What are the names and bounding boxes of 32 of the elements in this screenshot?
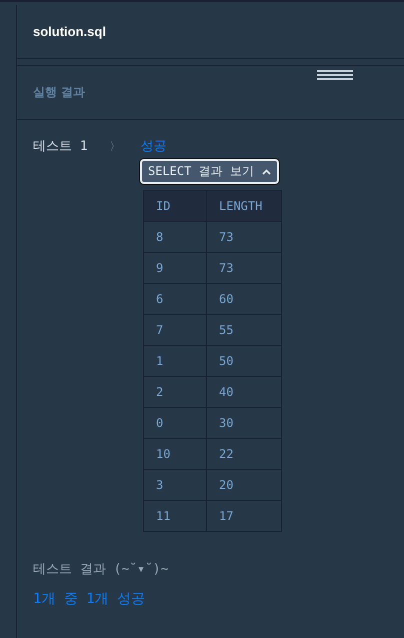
table-cell: 50 bbox=[206, 346, 282, 376]
table-cell: 20 bbox=[206, 470, 282, 500]
summary-title: 테스트 결과 (~˘▾˘)~ bbox=[33, 561, 170, 578]
table-cell: 9 bbox=[144, 252, 206, 284]
table-cell: 73 bbox=[206, 252, 282, 284]
table-cell: 7 bbox=[144, 314, 206, 346]
select-result-toggle[interactable]: SELECT 결과 보기 bbox=[140, 159, 279, 184]
test-status: 성공 bbox=[140, 138, 167, 155]
table-cell: 0 bbox=[144, 408, 206, 438]
table-cell: 2 bbox=[144, 376, 206, 408]
table-cell: 8 bbox=[144, 222, 206, 252]
test-label: 테스트 1 bbox=[33, 138, 88, 155]
caret-icon bbox=[262, 168, 271, 174]
column-header: LENGTH bbox=[206, 190, 282, 222]
table-cell: 40 bbox=[206, 376, 282, 408]
table-cell: 10 bbox=[144, 438, 206, 470]
table-cell: 60 bbox=[206, 284, 282, 314]
table-cell: 22 bbox=[206, 438, 282, 470]
table-cell: 55 bbox=[206, 314, 282, 346]
drag-handle-icon[interactable] bbox=[317, 70, 353, 80]
panel-title: 실행 결과 bbox=[33, 84, 86, 101]
chevron-icon: 〉 bbox=[110, 138, 121, 154]
table-cell: 17 bbox=[206, 500, 282, 532]
file-tab-title[interactable]: solution.sql bbox=[33, 24, 106, 39]
table-cell: 73 bbox=[206, 222, 282, 252]
table-cell: 3 bbox=[144, 470, 206, 500]
summary-result: 1개 중 1개 성공 bbox=[33, 590, 146, 608]
table-cell: 11 bbox=[144, 500, 206, 532]
table-cell: 6 bbox=[144, 284, 206, 314]
table-cell: 30 bbox=[206, 408, 282, 438]
column-header: ID bbox=[144, 190, 206, 222]
table-cell: 1 bbox=[144, 346, 206, 376]
